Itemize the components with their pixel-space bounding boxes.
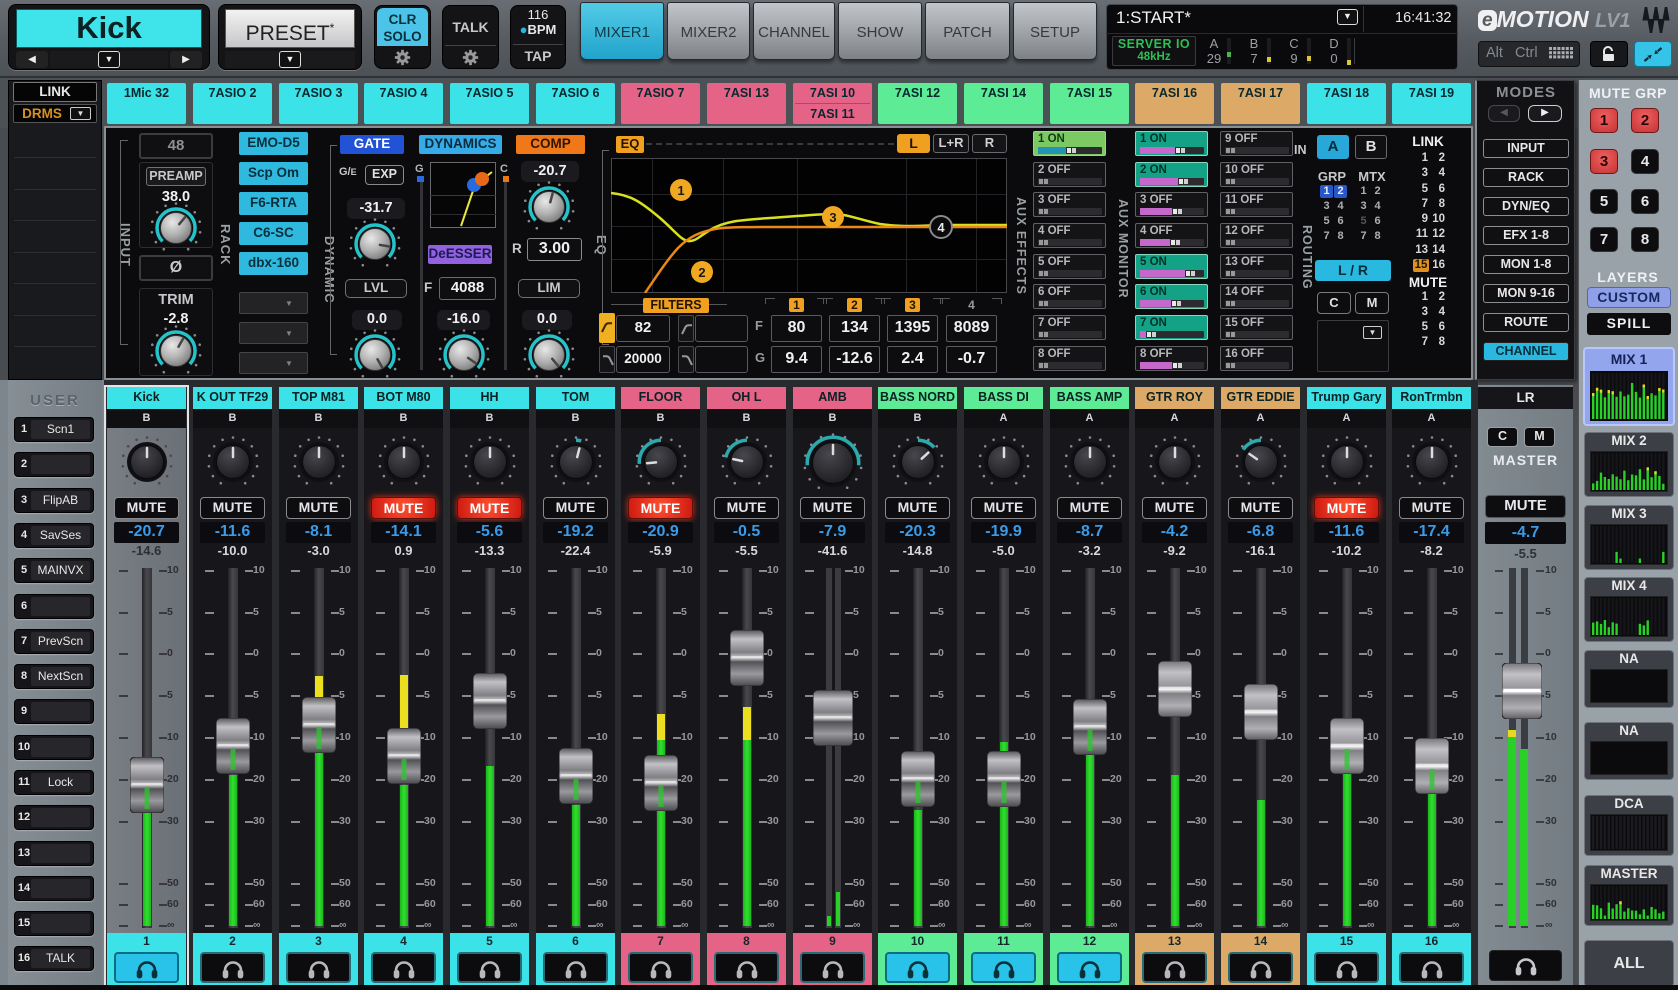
svg-text:3: 3 xyxy=(829,210,836,225)
svg-text:1: 1 xyxy=(677,183,684,198)
svg-text:4: 4 xyxy=(937,220,945,235)
svg-text:2: 2 xyxy=(698,265,705,280)
